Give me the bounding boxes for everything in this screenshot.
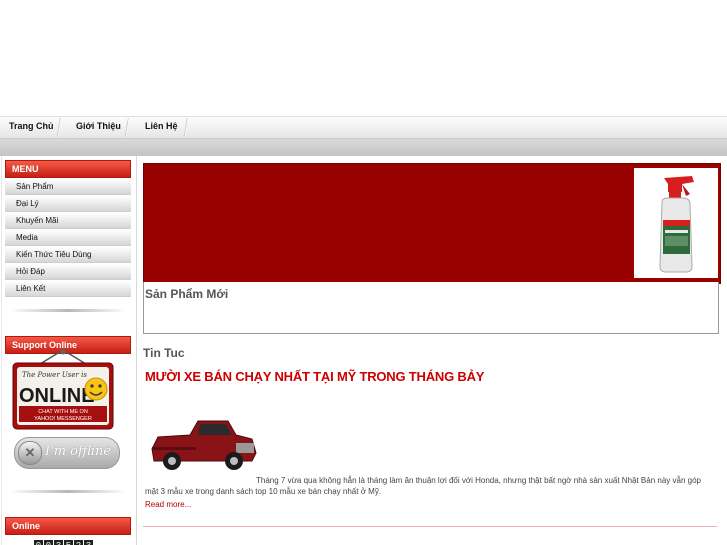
nav-trang-chu[interactable]: Trang Chủ (9, 117, 54, 138)
sidebar-item-media[interactable]: Media (5, 230, 131, 246)
counter-digit: 0 (34, 540, 43, 545)
sidebar-item-kien-thuc[interactable]: Kiến Thức Tiêu Dùng (5, 247, 131, 263)
news-title-link[interactable]: MƯỜI XE BÁN CHẠY NHẤT TẠI MỸ TRONG THÁNG… (145, 369, 484, 384)
nav-lien-he[interactable]: Liên Hệ (145, 117, 178, 138)
sub-navigation-bar (0, 139, 727, 156)
sidebar: MENU Sản Phẩm Đại Lý Khuyến Mãi Media Ki… (5, 160, 131, 354)
new-products-title: Sản Phẩm Mới (145, 287, 229, 301)
yahoo-online-badge[interactable]: The Power User is ONLINE CHAT WITH ME ON… (10, 350, 116, 432)
sidebar-item-san-pham[interactable]: Sản Phẩm (5, 179, 131, 195)
read-more-link[interactable]: Read more... (145, 500, 191, 509)
news-divider (143, 526, 717, 527)
sidebar-item-khuyen-mai[interactable]: Khuyến Mãi (5, 213, 131, 229)
new-products-box: Sản Phẩm Mới (143, 282, 719, 334)
sidebar-item-dai-ly[interactable]: Đại Lý (5, 196, 131, 212)
product-image[interactable] (634, 168, 718, 278)
badge-online-text: ONLINE (19, 385, 95, 407)
sidebar-item-lien-ket[interactable]: Liên Kết (5, 281, 131, 297)
counter-digit: 3 (54, 540, 63, 545)
badge-sub-text-2: YAHOO! MESSENGER (34, 416, 92, 422)
close-icon: ✕ (18, 441, 42, 465)
news-excerpt: Tháng 7 vừa qua không hẳn là tháng làm ă… (145, 476, 701, 496)
counter-digit: 2 (74, 540, 83, 545)
online-header: Online (5, 517, 131, 535)
visitor-counter: 003523 (34, 535, 94, 545)
nav-separator (124, 118, 130, 137)
nav-separator (183, 118, 189, 137)
badge-small-text: The Power User is (22, 371, 87, 379)
product-banner (143, 163, 721, 284)
smiley-icon (84, 377, 108, 401)
offline-text: I'm offline (45, 444, 112, 459)
counter-digit: 5 (64, 540, 73, 545)
yahoo-offline-badge[interactable]: ✕ I'm offline (14, 437, 120, 469)
news-section-title: Tin Tuc (143, 346, 185, 360)
badge-sub-text-1: CHAT WITH ME ON (38, 409, 88, 415)
menu-header: MENU (5, 160, 131, 178)
top-navigation: Trang Chủ Giới Thiệu Liên Hệ (0, 116, 727, 139)
nav-separator (56, 118, 62, 137)
menu-divider (9, 309, 127, 312)
truck-image[interactable] (148, 417, 258, 475)
support-divider (9, 490, 127, 493)
counter-digit: 0 (44, 540, 53, 545)
sidebar-item-hoi-dap[interactable]: Hỏi Đáp (5, 264, 131, 280)
nav-gioi-thieu[interactable]: Giới Thiệu (76, 117, 121, 138)
spray-bottle-icon (659, 176, 694, 273)
counter-digit: 3 (84, 540, 93, 545)
